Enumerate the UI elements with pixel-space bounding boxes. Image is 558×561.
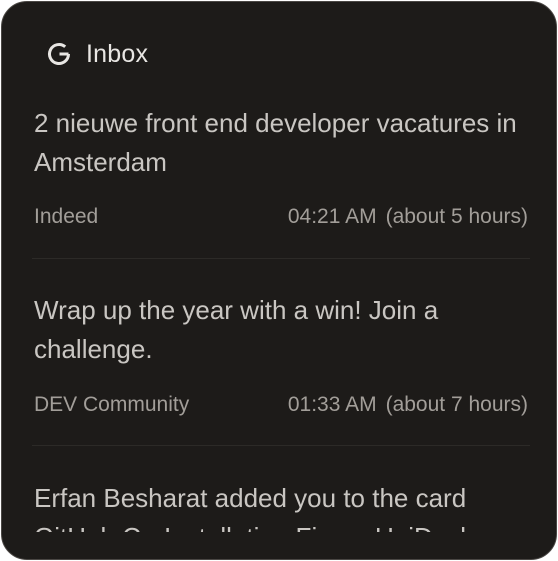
email-item[interactable]: 2 nieuwe front end developer vacatures i… xyxy=(34,104,528,228)
email-sender: Indeed xyxy=(34,205,99,228)
inbox-widget: Inbox 2 nieuwe front end developer vacat… xyxy=(1,1,557,560)
email-meta: Indeed 04:21 AM (about 5 hours) xyxy=(34,202,528,232)
widget-title: Inbox xyxy=(86,39,149,68)
email-subject: 2 nieuwe front end developer vacatures i… xyxy=(34,108,517,177)
email-time: 01:33 AM xyxy=(287,393,377,416)
email-item[interactable]: Wrap up the year with a win! Join a chal… xyxy=(34,291,528,416)
email-meta: DEV Community 01:33 AM (about 7 hours) xyxy=(34,390,528,420)
widget-header: Inbox xyxy=(46,36,148,72)
email-divider xyxy=(32,258,530,259)
email-item[interactable]: Erfan Besharat added you to the card Git… xyxy=(34,479,528,532)
email-relative-time: (about 5 hours) xyxy=(385,205,528,228)
email-time: 04:21 AM xyxy=(287,205,377,228)
email-relative-time: (about 7 hours) xyxy=(385,393,528,416)
email-subject: Wrap up the year with a win! Join a chal… xyxy=(34,295,439,364)
email-subject: Erfan Besharat added you to the card Git… xyxy=(34,483,473,532)
google-g-icon xyxy=(46,40,72,68)
email-list[interactable]: 2 nieuwe front end developer vacatures i… xyxy=(2,98,556,532)
email-divider xyxy=(32,445,530,446)
email-sender: DEV Community xyxy=(34,393,190,416)
